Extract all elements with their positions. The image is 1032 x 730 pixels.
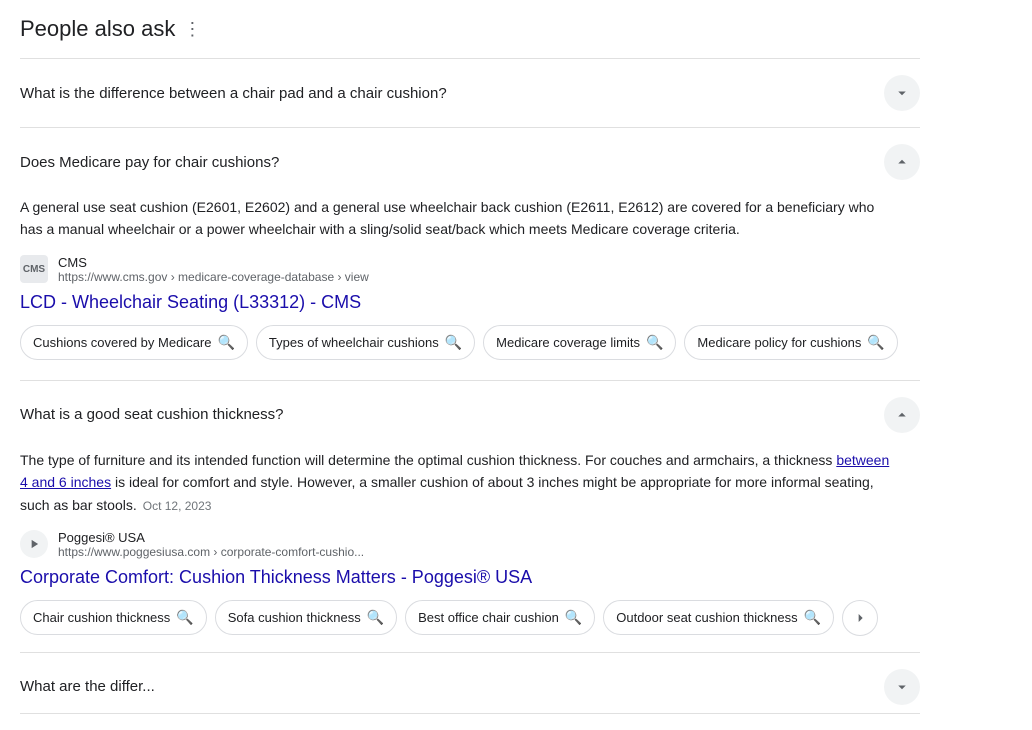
source-row-3: Poggesi® USA https://www.poggesiusa.com … xyxy=(20,530,920,559)
chip-label: Cushions covered by Medicare xyxy=(33,335,211,350)
faq-question-2: Does Medicare pay for chair cushions? xyxy=(20,154,884,171)
search-icon: 🔍 xyxy=(804,609,821,626)
chips-row-3: Chair cushion thickness 🔍 Sofa cushion t… xyxy=(20,600,920,636)
faq-toggle-4[interactable] xyxy=(884,669,920,705)
source-row-2: CMS CMS https://www.cms.gov › medicare-c… xyxy=(20,255,920,284)
faq-answer-text-2: A general use seat cushion (E2601, E2602… xyxy=(20,196,890,241)
chevron-right-icon xyxy=(852,610,868,626)
chip-cushions-medicare[interactable]: Cushions covered by Medicare 🔍 xyxy=(20,325,248,360)
faq-answer-3: The type of furniture and its intended f… xyxy=(20,449,920,652)
people-also-ask-header: People also ask ⋮ xyxy=(20,16,1012,42)
source-play-icon-3 xyxy=(20,530,48,558)
search-icon: 🔍 xyxy=(217,334,234,351)
chips-row-2: Cushions covered by Medicare 🔍 Types of … xyxy=(20,325,920,360)
search-icon: 🔍 xyxy=(367,609,384,626)
section-title: People also ask xyxy=(20,16,175,42)
faq-item-1: What is the difference between a chair p… xyxy=(20,59,920,128)
source-link-3[interactable]: Corporate Comfort: Cushion Thickness Mat… xyxy=(20,567,920,588)
more-options-icon[interactable]: ⋮ xyxy=(183,19,201,40)
chip-wheelchair-cushions[interactable]: Types of wheelchair cushions 🔍 xyxy=(256,325,475,360)
search-icon: 🔍 xyxy=(646,334,663,351)
chip-outdoor-seat-cushion[interactable]: Outdoor seat cushion thickness 🔍 xyxy=(603,600,834,635)
faq-container: What is the difference between a chair p… xyxy=(20,58,920,714)
source-info-2: CMS https://www.cms.gov › medicare-cover… xyxy=(58,255,369,284)
faq-answer-2: A general use seat cushion (E2601, E2602… xyxy=(20,196,920,380)
chip-medicare-policy[interactable]: Medicare policy for cushions 🔍 xyxy=(684,325,897,360)
faq-item-4: What are the differ... xyxy=(20,653,920,714)
faq-toggle-2[interactable] xyxy=(884,144,920,180)
chevron-down-icon xyxy=(893,678,911,696)
chip-chair-cushion-thickness[interactable]: Chair cushion thickness 🔍 xyxy=(20,600,207,635)
chip-sofa-cushion-thickness[interactable]: Sofa cushion thickness 🔍 xyxy=(215,600,397,635)
chip-medicare-limits[interactable]: Medicare coverage limits 🔍 xyxy=(483,325,676,360)
chip-label: Sofa cushion thickness xyxy=(228,610,361,625)
faq-question-row-4[interactable]: What are the differ... xyxy=(20,653,920,713)
highlight-text: between 4 and 6 inches xyxy=(20,452,889,490)
chip-label: Chair cushion thickness xyxy=(33,610,170,625)
answer-date: Oct 12, 2023 xyxy=(143,499,212,513)
chevron-down-icon xyxy=(893,84,911,102)
chips-next-button[interactable] xyxy=(842,600,878,636)
chevron-up-icon xyxy=(893,406,911,424)
source-name-3: Poggesi® USA xyxy=(58,530,364,545)
search-icon: 🔍 xyxy=(176,609,193,626)
chip-label: Best office chair cushion xyxy=(418,610,559,625)
faq-question-1: What is the difference between a chair p… xyxy=(20,85,884,102)
faq-question-row-3[interactable]: What is a good seat cushion thickness? xyxy=(20,381,920,449)
faq-answer-text-3: The type of furniture and its intended f… xyxy=(20,449,890,516)
source-url-3: https://www.poggesiusa.com › corporate-c… xyxy=(58,545,364,559)
chevron-up-icon xyxy=(893,153,911,171)
source-info-3: Poggesi® USA https://www.poggesiusa.com … xyxy=(58,530,364,559)
chip-label: Outdoor seat cushion thickness xyxy=(616,610,797,625)
faq-question-row-1[interactable]: What is the difference between a chair p… xyxy=(20,59,920,127)
faq-question-4: What are the differ... xyxy=(20,678,884,695)
source-logo-2: CMS xyxy=(20,255,48,283)
chip-label: Medicare coverage limits xyxy=(496,335,640,350)
chip-best-office-chair-cushion[interactable]: Best office chair cushion 🔍 xyxy=(405,600,595,635)
faq-item-2: Does Medicare pay for chair cushions? A … xyxy=(20,128,920,381)
faq-toggle-1[interactable] xyxy=(884,75,920,111)
search-icon: 🔍 xyxy=(565,609,582,626)
faq-question-3: What is a good seat cushion thickness? xyxy=(20,406,884,423)
faq-toggle-3[interactable] xyxy=(884,397,920,433)
source-link-2[interactable]: LCD - Wheelchair Seating (L33312) - CMS xyxy=(20,292,920,313)
search-icon: 🔍 xyxy=(867,334,884,351)
faq-question-row-2[interactable]: Does Medicare pay for chair cushions? xyxy=(20,128,920,196)
search-icon: 🔍 xyxy=(445,334,462,351)
source-url-2: https://www.cms.gov › medicare-coverage-… xyxy=(58,270,369,284)
chip-label: Types of wheelchair cushions xyxy=(269,335,439,350)
faq-item-3: What is a good seat cushion thickness? T… xyxy=(20,381,920,653)
source-name-2: CMS xyxy=(58,255,369,270)
chip-label: Medicare policy for cushions xyxy=(697,335,861,350)
